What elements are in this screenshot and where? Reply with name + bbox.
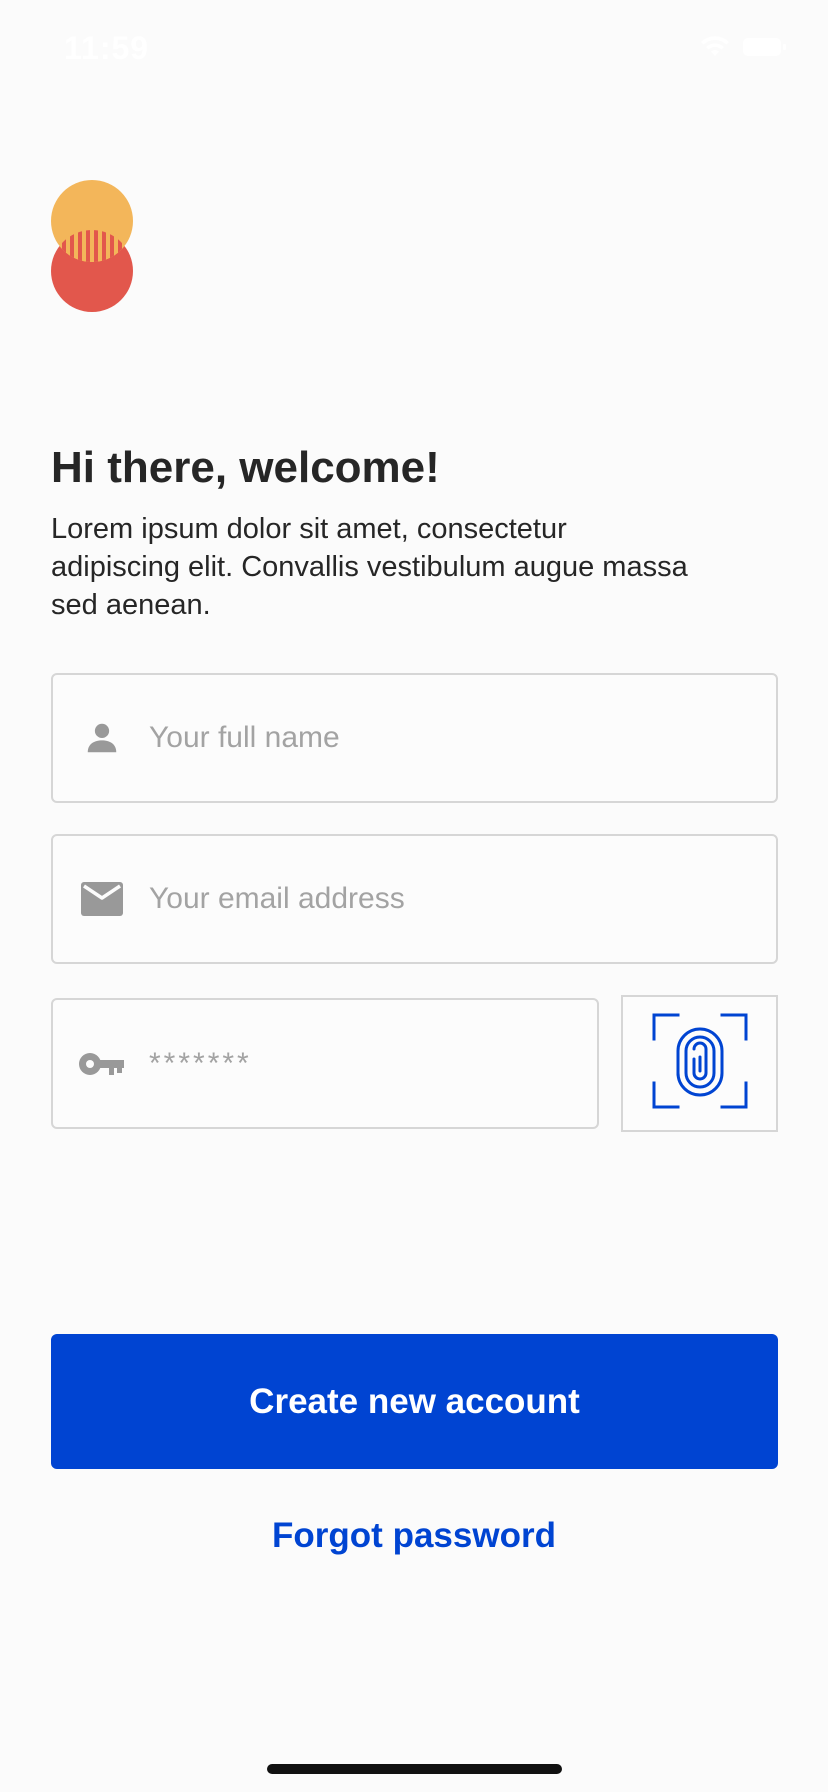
wifi-icon bbox=[700, 36, 730, 63]
welcome-description: Lorem ipsum dolor sit amet, consectetur … bbox=[51, 513, 688, 621]
full-name-input[interactable] bbox=[149, 675, 756, 801]
status-time: 11:59 bbox=[64, 30, 150, 66]
create-account-button[interactable]: Create new account bbox=[51, 1334, 778, 1469]
home-indicator[interactable] bbox=[267, 1764, 562, 1774]
battery-icon bbox=[742, 36, 788, 63]
password-field[interactable] bbox=[51, 998, 599, 1129]
mail-icon bbox=[79, 876, 125, 922]
email-input[interactable] bbox=[149, 836, 756, 962]
welcome-title: Hi there, welcome! bbox=[51, 443, 440, 492]
status-bar: 11:59 bbox=[0, 0, 828, 90]
fingerprint-button[interactable] bbox=[621, 995, 778, 1132]
status-icons bbox=[700, 36, 788, 63]
app-logo bbox=[50, 180, 134, 312]
email-field[interactable] bbox=[51, 834, 778, 964]
key-icon bbox=[79, 1041, 125, 1087]
person-icon bbox=[79, 715, 125, 761]
fingerprint-icon bbox=[652, 1013, 748, 1114]
password-input[interactable] bbox=[149, 1000, 577, 1127]
full-name-field[interactable] bbox=[51, 673, 778, 803]
forgot-password-link[interactable]: Forgot password bbox=[0, 1516, 828, 1556]
